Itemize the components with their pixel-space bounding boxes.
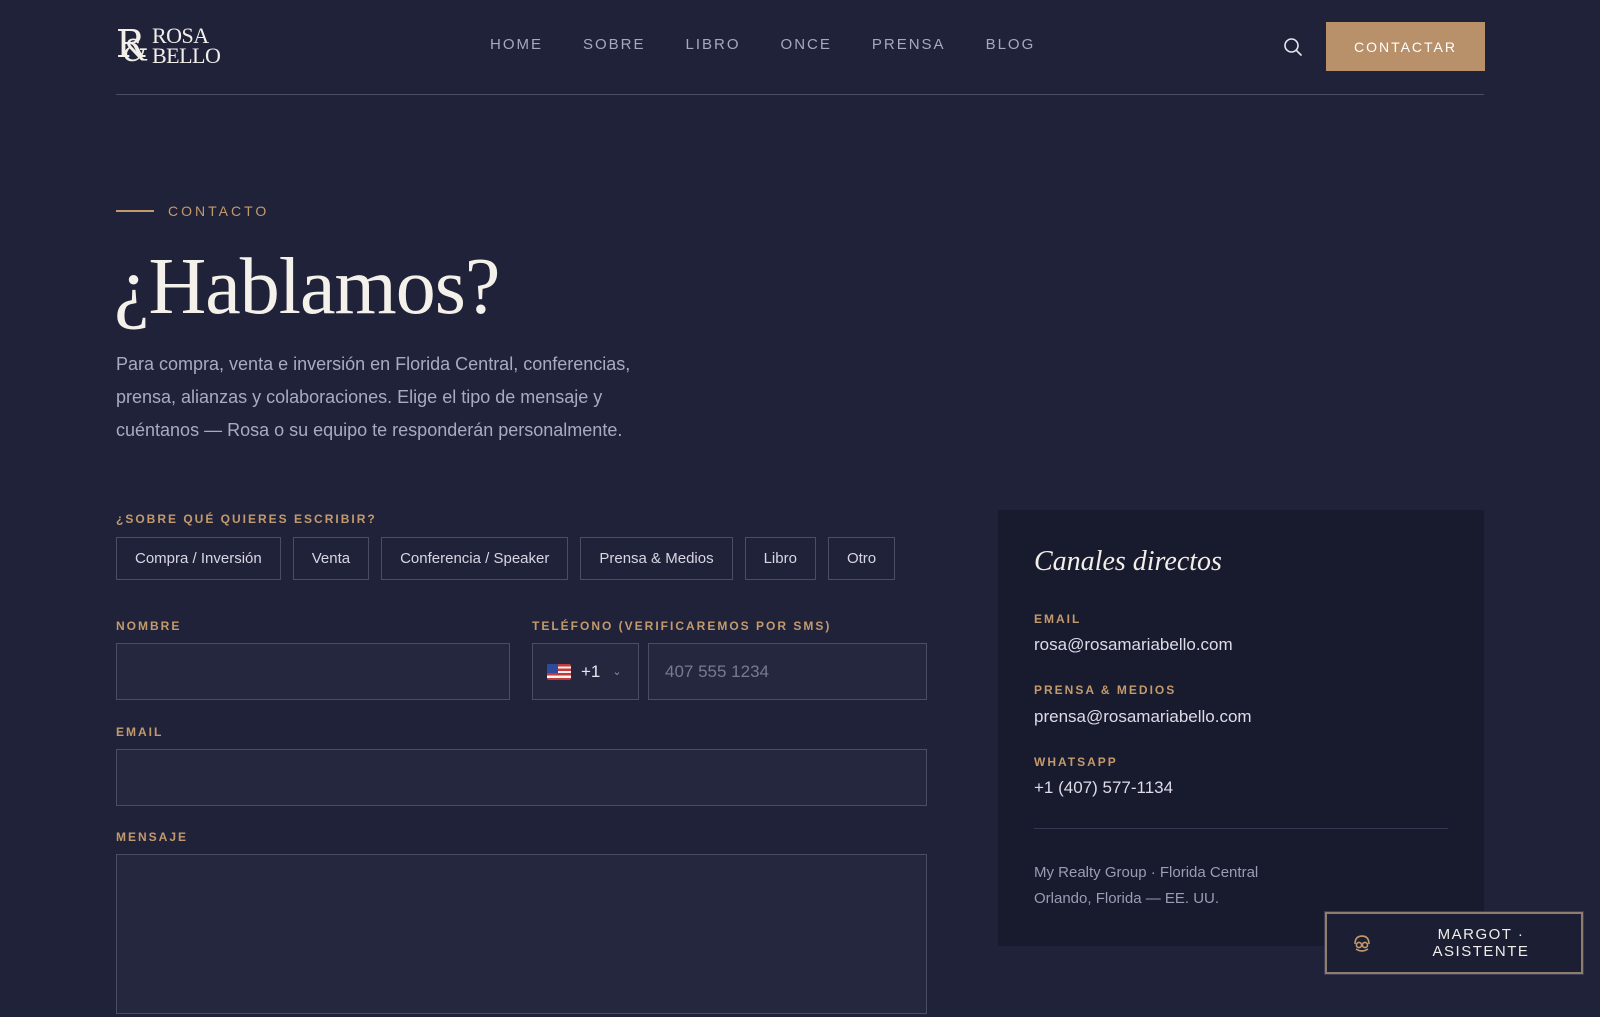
- message-field[interactable]: [117, 855, 926, 1013]
- channel-email-label: EMAIL: [1034, 612, 1082, 626]
- nav-home[interactable]: HOME: [490, 36, 543, 53]
- assistant-label: MARGOT · ASISTENTE: [1432, 926, 1530, 960]
- site-header: R & ROSA BELLO HOME SOBRE LIBRO ONCE PRE…: [116, 0, 1485, 95]
- eyebrow-line: [116, 210, 154, 212]
- address-line-2: Orlando, Florida — EE. UU.: [1034, 890, 1220, 907]
- topic-libro[interactable]: Libro: [744, 537, 816, 580]
- nav-prensa[interactable]: PRENSA: [872, 36, 946, 53]
- address-line-1: My Realty Group · Florida Central: [1034, 864, 1259, 881]
- name-label: NOMBRE: [116, 619, 182, 633]
- channel-email-value[interactable]: rosa@rosamariabello.com: [1034, 635, 1233, 655]
- nav-sobre[interactable]: SOBRE: [583, 36, 646, 53]
- email-field-wrapper: [116, 749, 927, 806]
- phone-field[interactable]: [649, 644, 926, 699]
- assistant-button[interactable]: MARGOT · ASISTENTE: [1324, 911, 1584, 975]
- panel-title: Canales directos: [1034, 546, 1222, 577]
- topic-selector: Compra / Inversión Venta Conferencia / S…: [116, 537, 896, 580]
- name-field-wrapper: [116, 643, 510, 700]
- topic-prensa[interactable]: Prensa & Medios: [580, 537, 733, 580]
- channel-whatsapp-value[interactable]: +1 (407) 577-1134: [1034, 778, 1173, 798]
- name-field[interactable]: [117, 644, 509, 699]
- us-flag-icon: [547, 663, 571, 680]
- channel-whatsapp-label: WHATSAPP: [1034, 755, 1118, 769]
- direct-channels-panel: Canales directos EMAIL rosa@rosamariabel…: [998, 510, 1484, 946]
- message-label: MENSAJE: [116, 830, 189, 844]
- assistant-icon: [1354, 935, 1370, 952]
- email-label: EMAIL: [116, 725, 164, 739]
- topic-venta[interactable]: Venta: [292, 537, 370, 580]
- nav-once[interactable]: ONCE: [781, 36, 832, 53]
- intro-text: Para compra, venta e inversión en Florid…: [116, 354, 631, 440]
- search-icon[interactable]: [1282, 36, 1304, 58]
- email-field[interactable]: [117, 750, 926, 805]
- logo-monogram: R &: [116, 22, 149, 69]
- topic-conferencia[interactable]: Conferencia / Speaker: [381, 537, 569, 580]
- channel-press-value[interactable]: prensa@rosamariabello.com: [1034, 707, 1252, 727]
- channel-press-label: PRENSA & MEDIOS: [1034, 683, 1177, 697]
- logo-text: ROSA BELLO: [152, 23, 221, 68]
- logo[interactable]: R & ROSA BELLO: [116, 22, 221, 69]
- chevron-down-icon: ⌄: [612, 666, 622, 678]
- section-eyebrow: CONTACTO: [116, 203, 269, 219]
- topic-label: ¿SOBRE QUÉ QUIERES ESCRIBIR?: [116, 512, 377, 526]
- message-field-wrapper: [116, 854, 927, 1014]
- panel-divider: [1034, 828, 1448, 829]
- page-title: ¿Hablamos?: [114, 243, 500, 331]
- nav-blog[interactable]: BLOG: [986, 36, 1036, 53]
- contact-button[interactable]: CONTACTAR: [1326, 22, 1485, 71]
- topic-compra-inversion[interactable]: Compra / Inversión: [116, 537, 281, 580]
- main-nav: HOME SOBRE LIBRO ONCE PRENSA BLOG: [490, 36, 1075, 53]
- phone-field-wrapper: [648, 643, 927, 700]
- country-code-select[interactable]: +1 ⌄: [532, 643, 639, 700]
- topic-otro[interactable]: Otro: [827, 537, 896, 580]
- phone-label: TELÉFONO (VERIFICAREMOS POR SMS): [532, 619, 832, 633]
- nav-libro[interactable]: LIBRO: [686, 36, 741, 53]
